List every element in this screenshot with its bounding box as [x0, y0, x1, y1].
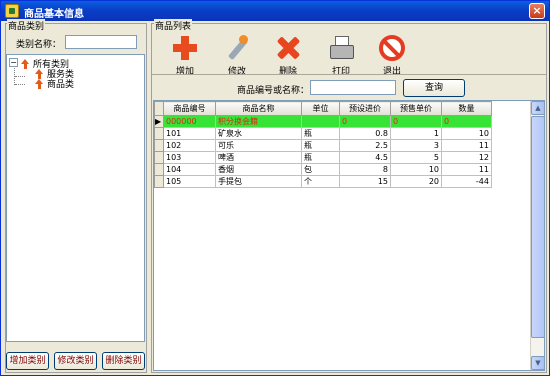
edit-button[interactable]: 修改: [217, 35, 257, 77]
arrow-up-icon: [21, 58, 30, 69]
main-window: 商品基本信息 × 商品类别 类别名称： − 所有类别 服务类 商品类 增加类别 …: [0, 0, 550, 376]
cell-price[interactable]: 0: [390, 115, 442, 128]
category-tree[interactable]: − 所有类别 服务类 商品类: [6, 54, 145, 342]
table-row[interactable]: 101 矿泉水 瓶 0.8 1 10: [154, 127, 492, 140]
cell-qty[interactable]: 10: [441, 127, 492, 140]
delete-category-button[interactable]: 删除类别: [102, 352, 145, 370]
goods-table[interactable]: 商品编号 商品名称 单位 预设进价 预售单价 数量 ▶ 000000 积分换会籍…: [153, 100, 545, 371]
edit-label: 修改: [227, 67, 246, 77]
row-indicator: ▶: [154, 115, 164, 128]
table-row[interactable]: 102 可乐 瓶 2.5 3 11: [154, 139, 492, 152]
cell-cost[interactable]: 4.5: [339, 151, 391, 164]
cell-name[interactable]: 可乐: [215, 139, 302, 152]
arrow-up-icon: [35, 78, 44, 89]
col-cost-header[interactable]: 预设进价: [339, 101, 391, 116]
cell-cost[interactable]: 0.8: [339, 127, 391, 140]
add-category-button[interactable]: 增加类别: [6, 352, 49, 370]
cell-unit[interactable]: 瓶: [301, 139, 340, 152]
cell-code[interactable]: 105: [163, 175, 216, 188]
cell-unit[interactable]: [301, 115, 340, 128]
col-code-header[interactable]: 商品编号: [163, 101, 216, 116]
cell-code[interactable]: 102: [163, 139, 216, 152]
category-name-label: 类别名称：: [16, 40, 62, 50]
cell-cost[interactable]: 2.5: [339, 139, 391, 152]
cell-cost[interactable]: 8: [339, 163, 391, 176]
col-name-header[interactable]: 商品名称: [215, 101, 302, 116]
vertical-scrollbar[interactable]: ▲ ▼: [530, 101, 544, 370]
cell-unit[interactable]: 个: [301, 175, 340, 188]
row-indicator: [154, 127, 164, 140]
cell-name[interactable]: 手提包: [215, 175, 302, 188]
table-row[interactable]: 103 啤酒 瓶 4.5 5 12: [154, 151, 492, 164]
title-bar[interactable]: 商品基本信息 ×: [1, 1, 549, 21]
table-row[interactable]: 104 香烟 包 8 10 11: [154, 163, 492, 176]
cell-cost[interactable]: 15: [339, 175, 391, 188]
close-button[interactable]: ×: [529, 3, 545, 19]
delete-button[interactable]: 删除: [268, 35, 308, 77]
delete-x-icon: [275, 35, 301, 61]
add-button[interactable]: 增加: [165, 35, 205, 77]
table-row[interactable]: ▶ 000000 积分换会籍 0 0 0: [154, 115, 492, 128]
print-label: 打印: [331, 67, 350, 77]
cell-code[interactable]: 103: [163, 151, 216, 164]
cell-code[interactable]: 101: [163, 127, 216, 140]
scroll-up-icon[interactable]: ▲: [531, 101, 544, 115]
cell-code[interactable]: 104: [163, 163, 216, 176]
row-indicator: [154, 163, 164, 176]
scroll-down-icon[interactable]: ▼: [531, 356, 544, 370]
cell-price[interactable]: 20: [390, 175, 442, 188]
table-header-row: 商品编号 商品名称 单位 预设进价 预售单价 数量: [154, 101, 492, 116]
cell-cost[interactable]: 0: [339, 115, 391, 128]
col-qty-header[interactable]: 数量: [441, 101, 492, 116]
edit-category-button[interactable]: 修改类别: [54, 352, 97, 370]
print-button[interactable]: 打印: [321, 35, 361, 77]
row-indicator: [154, 175, 164, 188]
exit-button[interactable]: 退出: [372, 35, 412, 77]
col-unit-header[interactable]: 单位: [301, 101, 340, 116]
cell-qty[interactable]: -44: [441, 175, 492, 188]
delete-label: 删除: [278, 67, 297, 77]
goods-group-label: 商品列表: [154, 19, 193, 32]
no-entry-icon: [379, 35, 405, 61]
cell-name[interactable]: 矿泉水: [215, 127, 302, 140]
cell-qty[interactable]: 12: [441, 151, 492, 164]
cell-price[interactable]: 3: [390, 139, 442, 152]
category-group-label: 商品类别: [7, 19, 46, 32]
cell-name[interactable]: 香烟: [215, 163, 302, 176]
cell-qty[interactable]: 0: [441, 115, 492, 128]
exit-label: 退出: [382, 67, 401, 77]
cell-name[interactable]: 啤酒: [215, 151, 302, 164]
cell-name[interactable]: 积分换会籍: [215, 115, 302, 128]
app-icon: [5, 4, 19, 18]
add-label: 增加: [175, 67, 194, 77]
wrench-icon: [224, 35, 250, 61]
cell-unit[interactable]: 瓶: [301, 127, 340, 140]
search-label: 商品编号或名称：: [237, 86, 310, 96]
cell-qty[interactable]: 11: [441, 139, 492, 152]
toolbar-divider: [152, 74, 546, 75]
cell-price[interactable]: 1: [390, 127, 442, 140]
window-title: 商品基本信息: [24, 9, 84, 20]
cell-unit[interactable]: 包: [301, 163, 340, 176]
scroll-thumb[interactable]: [531, 116, 544, 338]
printer-icon: [328, 35, 354, 61]
query-button[interactable]: 查询: [403, 79, 465, 97]
cell-price[interactable]: 10: [390, 163, 442, 176]
tree-expander[interactable]: −: [9, 58, 18, 67]
row-indicator-header: [154, 101, 164, 116]
row-indicator: [154, 139, 164, 152]
col-price-header[interactable]: 预售单价: [390, 101, 442, 116]
row-indicator: [154, 151, 164, 164]
plus-icon: [172, 35, 198, 61]
cell-unit[interactable]: 瓶: [301, 151, 340, 164]
table-row[interactable]: 105 手提包 个 15 20 -44: [154, 175, 492, 188]
category-name-input[interactable]: [65, 35, 137, 49]
search-input[interactable]: [310, 80, 396, 95]
cell-price[interactable]: 5: [390, 151, 442, 164]
cell-qty[interactable]: 11: [441, 163, 492, 176]
tree-node-label: 商品类: [47, 80, 75, 90]
tree-node-goods[interactable]: 商品类: [35, 77, 74, 90]
cell-code[interactable]: 000000: [163, 115, 216, 128]
